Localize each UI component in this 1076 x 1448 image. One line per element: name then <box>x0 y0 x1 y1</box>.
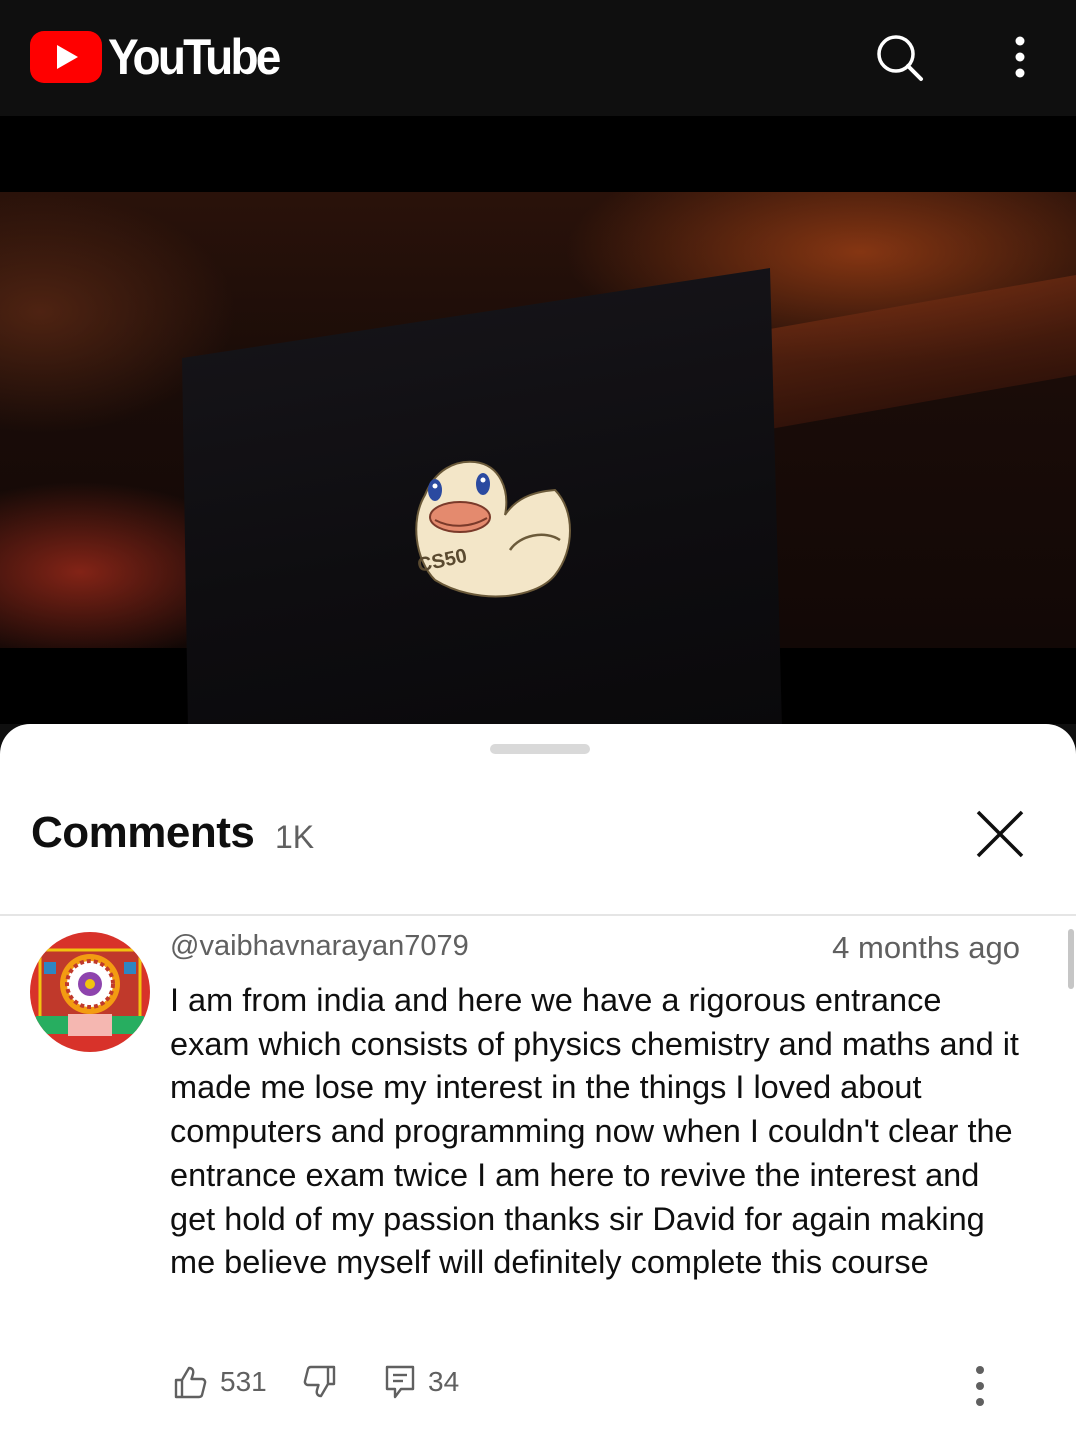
app-name: YouTube <box>108 29 281 85</box>
comment-more-icon <box>976 1366 984 1406</box>
reply-count: 34 <box>428 1366 460 1397</box>
comment-timestamp: 4 months ago <box>832 930 1020 965</box>
comment-author[interactable]: @vaibhavnarayan7079 <box>170 930 469 963</box>
dislike-button[interactable] <box>302 1364 338 1400</box>
close-comments-button[interactable] <box>972 806 1028 862</box>
reply-button[interactable]: 34 <box>384 1364 459 1400</box>
author-avatar[interactable] <box>30 932 150 1052</box>
header-divider <box>0 914 1076 916</box>
reply-icon <box>385 1365 415 1399</box>
comment-actions: 531 34 <box>0 1364 1076 1414</box>
cs50-duck-sticker: CS50 <box>415 460 571 598</box>
thumbs-down-icon <box>303 1365 336 1398</box>
comment-more-button[interactable] <box>970 1364 990 1408</box>
like-count: 531 <box>220 1366 267 1397</box>
search-icon <box>877 35 923 81</box>
video-frame: CS50 <box>0 192 1076 724</box>
video-player[interactable]: CS50 <box>0 116 1076 724</box>
comments-count: 1K <box>275 819 315 855</box>
background-seat <box>770 275 1076 429</box>
more-options-button[interactable] <box>993 30 1047 84</box>
thumbs-up-icon <box>174 1366 207 1399</box>
scrollbar[interactable] <box>1068 929 1074 989</box>
like-button[interactable]: 531 <box>172 1364 267 1400</box>
close-icon <box>976 810 1024 858</box>
search-button[interactable] <box>872 30 926 84</box>
drag-handle[interactable] <box>490 744 590 754</box>
youtube-logo-icon <box>30 31 102 83</box>
top-app-bar: YouTube <box>0 0 1076 116</box>
comments-title: Comments <box>31 808 255 857</box>
comment-text: I am from india and here we have a rigor… <box>170 982 1019 1281</box>
youtube-logo[interactable]: YouTube <box>30 28 293 86</box>
more-vert-icon <box>1015 36 1025 78</box>
comments-sheet: Comments 1K @vaibhavnarayan7079 4 months… <box>0 724 1076 1448</box>
